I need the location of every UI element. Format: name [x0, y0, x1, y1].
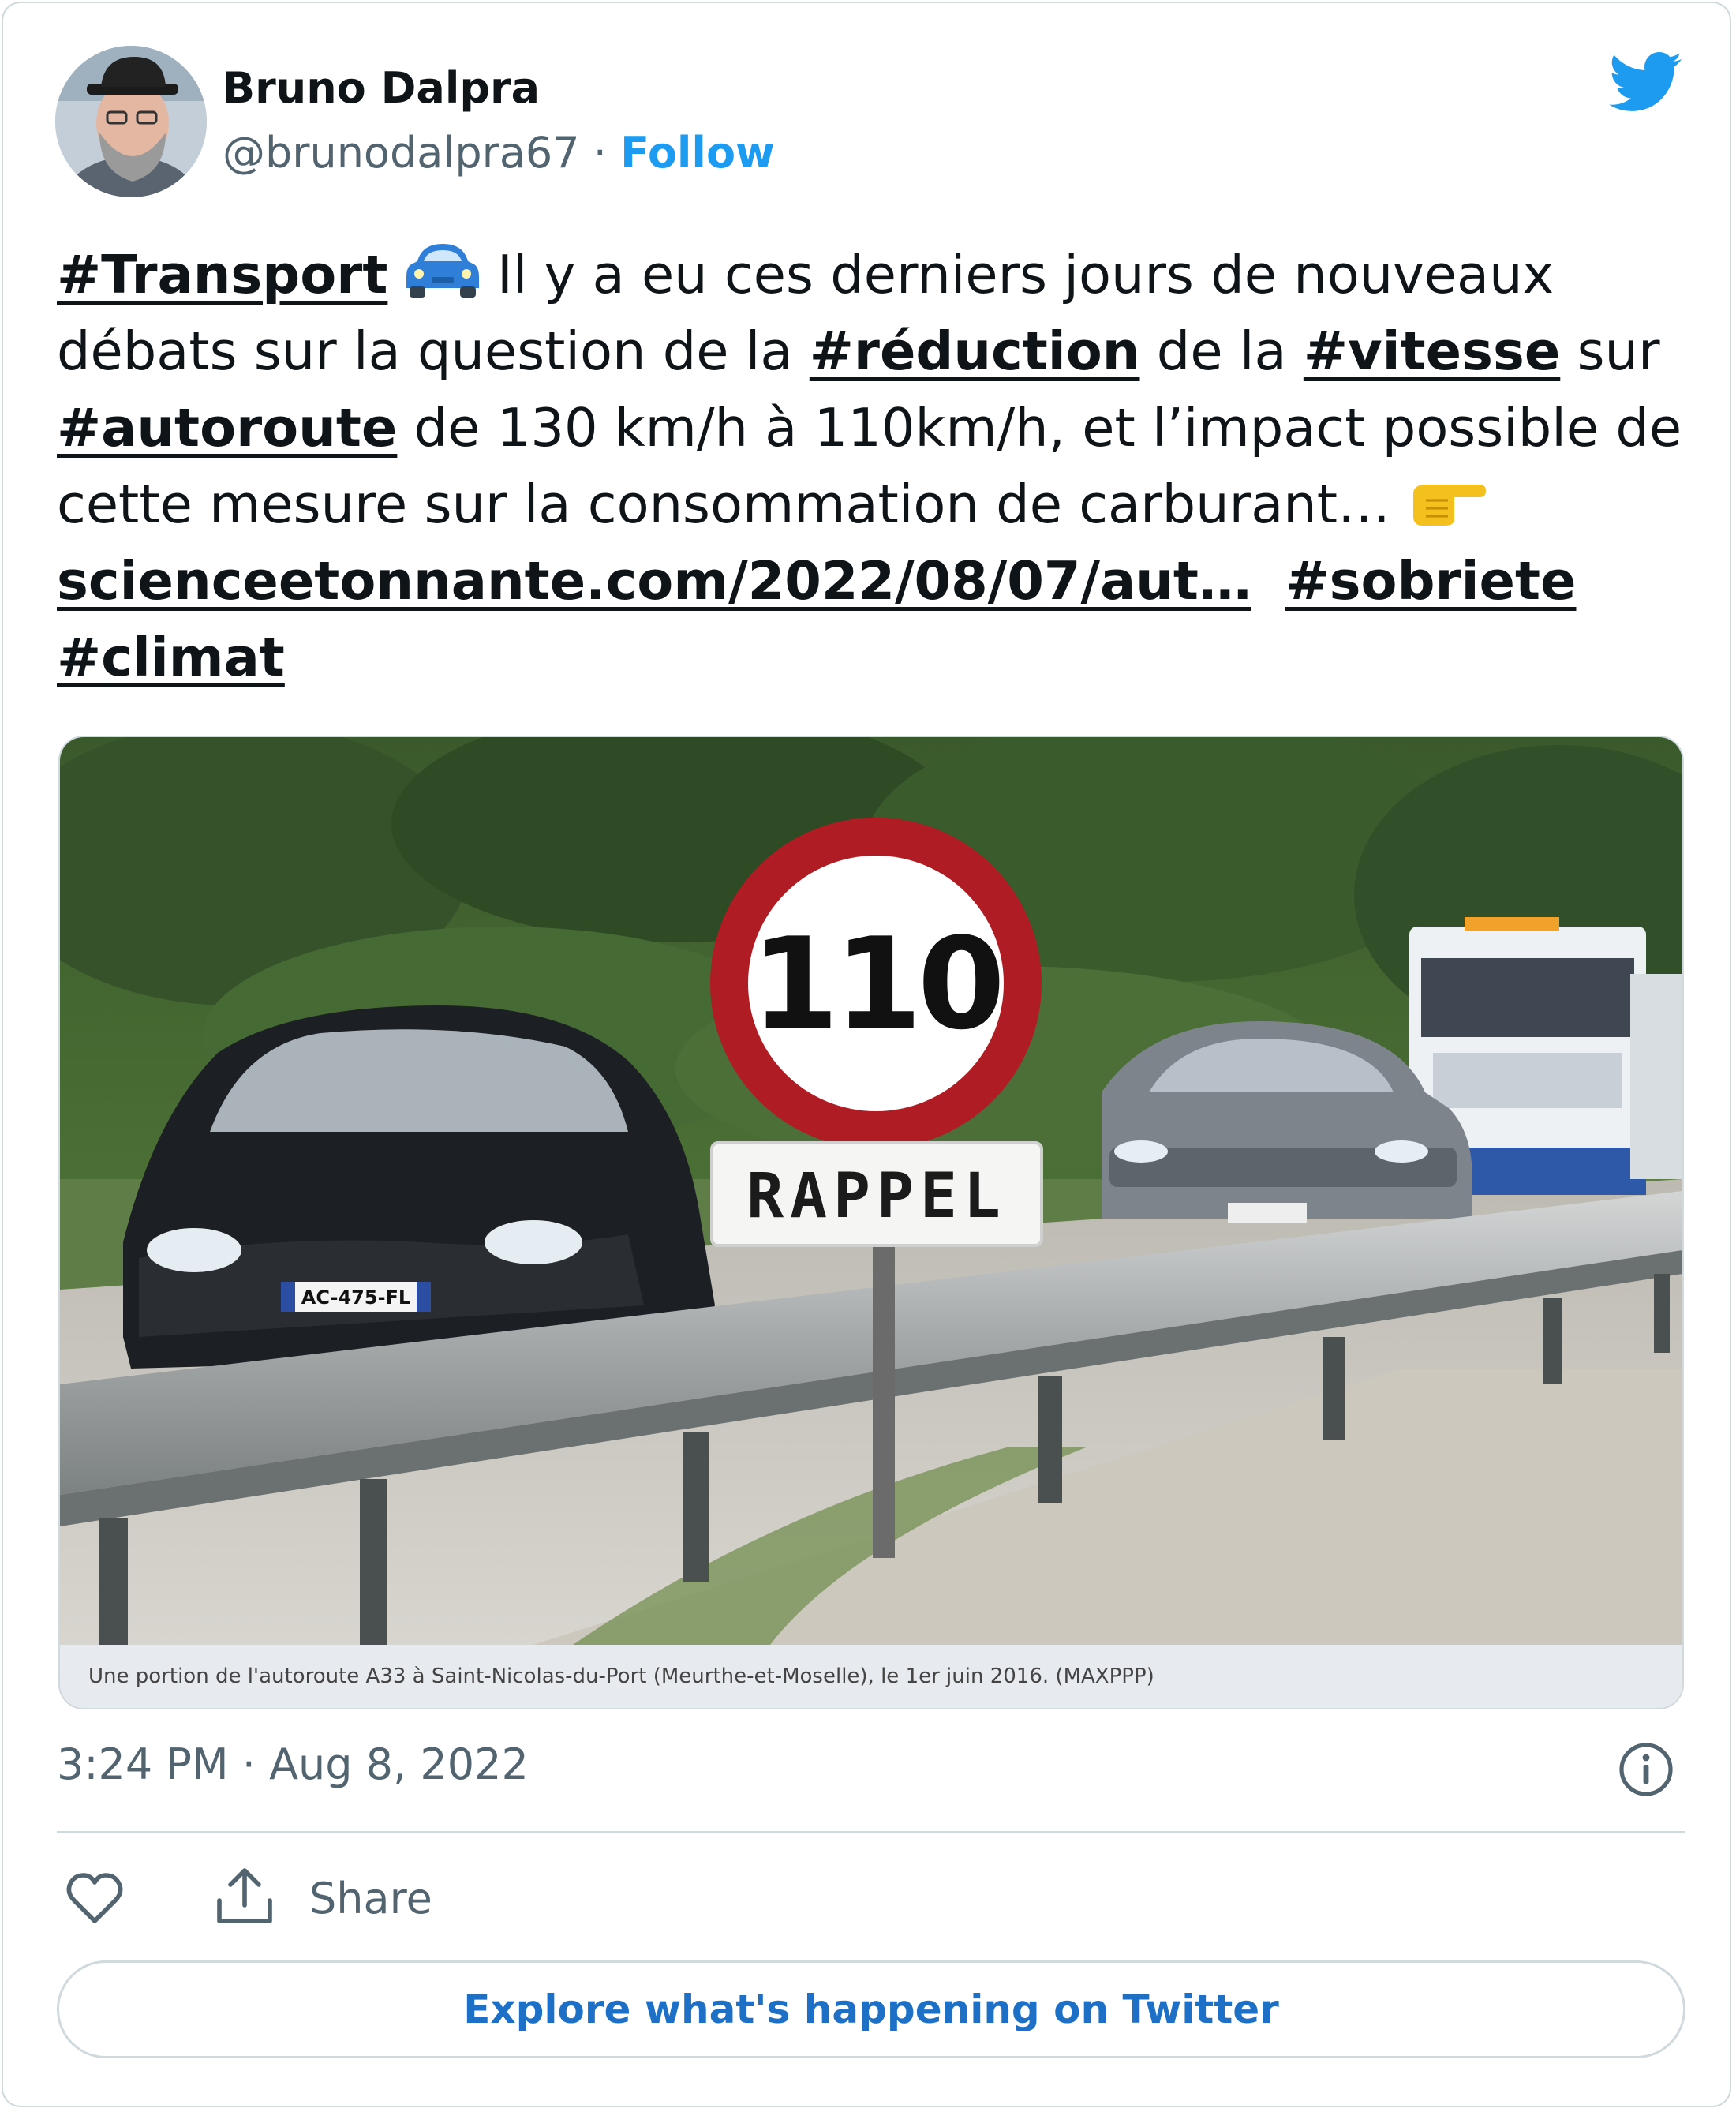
- hashtag-transport[interactable]: #Transport: [57, 244, 387, 305]
- tweet-media[interactable]: AC-475-FL 110 RAPPEL Une portion de l'au…: [58, 736, 1684, 1709]
- twitter-bird-icon[interactable]: [1609, 52, 1683, 114]
- hashtag-vitesse[interactable]: #vitesse: [1304, 320, 1560, 382]
- follow-button[interactable]: Follow: [620, 128, 775, 178]
- hashtag-reduction[interactable]: #réduction: [810, 320, 1140, 382]
- author-name[interactable]: Bruno Dalpra: [223, 63, 540, 113]
- handle-row: @brunodalpra67 · Follow: [223, 128, 775, 178]
- speed-limit-sign: 110: [710, 818, 1042, 1149]
- tweet-text-part2: de la: [1139, 320, 1304, 382]
- black-car: AC-475-FL: [123, 1005, 715, 1369]
- avatar[interactable]: [55, 46, 207, 197]
- heart-icon[interactable]: [66, 1872, 123, 1924]
- author-handle[interactable]: @brunodalpra67: [223, 128, 580, 178]
- tweet-text-part3: sur: [1560, 320, 1660, 382]
- timestamp[interactable]: 3:24 PM · Aug 8, 2022: [57, 1739, 529, 1789]
- divider: [57, 1831, 1685, 1833]
- share-icon: [217, 1868, 272, 1923]
- tweet-text: #Transport Il y a eu ces derniers jours …: [57, 237, 1698, 696]
- explore-twitter-button[interactable]: Explore what's happening on Twitter: [57, 1960, 1685, 2058]
- explore-label: Explore what's happening on Twitter: [463, 1987, 1279, 2032]
- rappel-sign: RAPPEL: [710, 1141, 1043, 1247]
- separator: ·: [579, 128, 621, 178]
- tweet-card: Bruno Dalpra @brunodalpra67 · Follow #Tr…: [2, 2, 1731, 2107]
- share-label: Share: [309, 1874, 432, 1923]
- media-photo: AC-475-FL 110 RAPPEL: [60, 737, 1682, 1645]
- info-icon[interactable]: [1618, 1741, 1674, 1798]
- hashtag-autoroute[interactable]: #autoroute: [57, 397, 397, 459]
- media-caption: Une portion de l'autoroute A33 à Saint-N…: [60, 1645, 1682, 1708]
- car-emoji-icon: [406, 244, 479, 298]
- article-link[interactable]: scienceetonnante.com/2022/08/07/aut…: [57, 550, 1251, 612]
- pointing-right-emoji-icon: [1413, 485, 1487, 526]
- hashtag-climat[interactable]: #climat: [57, 627, 285, 688]
- license-plate: AC-475-FL: [301, 1286, 410, 1309]
- hashtag-sobriete[interactable]: #sobriete: [1285, 550, 1577, 612]
- avatar-image: [55, 46, 207, 197]
- rappel-text: RAPPEL: [746, 1161, 1007, 1232]
- speed-limit-number: 110: [751, 910, 1001, 1058]
